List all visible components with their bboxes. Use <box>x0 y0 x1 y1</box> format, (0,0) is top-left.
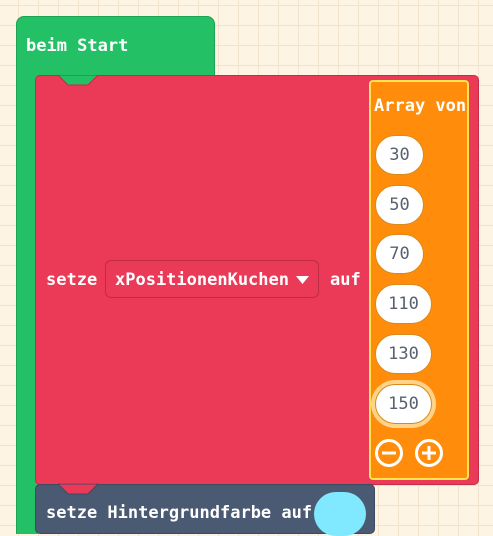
caret-down-icon <box>296 276 309 284</box>
minus-circle-icon[interactable] <box>374 438 404 468</box>
set-label: setze <box>46 270 98 290</box>
on-start-label: beim Start <box>26 36 129 56</box>
to-label: auf <box>330 270 361 290</box>
variable-name: xPositionenKuchen <box>115 270 289 290</box>
array-item-5[interactable]: 150 <box>375 384 432 424</box>
array-item-1[interactable]: 50 <box>375 185 424 225</box>
array-item-2[interactable]: 70 <box>375 234 424 274</box>
block-notch <box>58 75 98 86</box>
array-item-0[interactable]: 30 <box>375 135 424 175</box>
block-notch <box>58 484 98 495</box>
variable-dropdown[interactable]: xPositionenKuchen <box>105 260 319 298</box>
set-background-color-label: setze Hintergrundfarbe auf <box>46 503 313 523</box>
plus-circle-icon[interactable] <box>414 438 444 468</box>
array-item-3[interactable]: 110 <box>375 284 432 324</box>
array-item-4[interactable]: 130 <box>375 334 432 374</box>
color-swatch[interactable] <box>314 492 366 536</box>
array-of-label: Array von <box>374 96 467 116</box>
